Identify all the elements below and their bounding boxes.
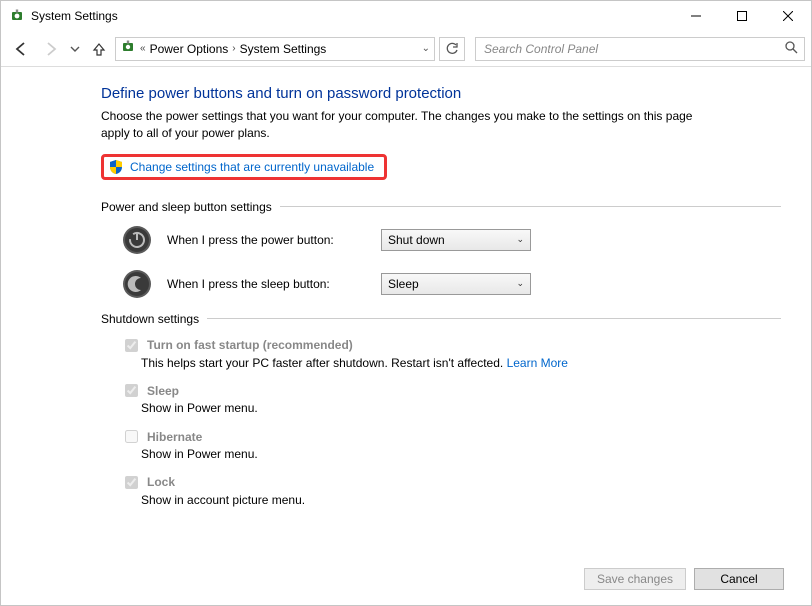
checkbox-label: Turn on fast startup (recommended) (147, 338, 353, 352)
chevron-left-icon: « (140, 43, 146, 54)
chevron-down-icon: ⌄ (516, 234, 524, 245)
checkbox-desc: This helps start your PC faster after sh… (141, 356, 507, 370)
checkbox-desc: Show in account picture menu. (141, 492, 781, 509)
sleep-button-label: When I press the sleep button: (167, 277, 367, 291)
learn-more-link[interactable]: Learn More (507, 356, 568, 370)
sleep-button-select[interactable]: Sleep ⌄ (381, 273, 531, 295)
section-shutdown: Shutdown settings (101, 312, 781, 326)
page-heading: Define power buttons and turn on passwor… (101, 85, 781, 102)
checkbox-desc: Show in Power menu. (141, 400, 781, 417)
power-button-select[interactable]: Shut down ⌄ (381, 229, 531, 251)
footer-buttons: Save changes Cancel (584, 568, 784, 590)
fast-startup-option: Turn on fast startup (recommended) This … (121, 336, 781, 372)
sleep-checkbox (125, 384, 138, 397)
back-button[interactable] (7, 35, 35, 63)
shield-icon (108, 159, 124, 175)
forward-button (37, 35, 65, 63)
save-button: Save changes (584, 568, 686, 590)
section-power-sleep: Power and sleep button settings (101, 200, 781, 214)
search-box[interactable] (475, 37, 805, 61)
cancel-button[interactable]: Cancel (694, 568, 784, 590)
lock-checkbox (125, 476, 138, 489)
select-value: Shut down (388, 233, 445, 247)
section-label: Shutdown settings (101, 312, 199, 326)
titlebar: System Settings (1, 1, 811, 31)
app-icon (9, 8, 25, 24)
hibernate-option: Hibernate Show in Power menu. (121, 427, 781, 463)
sleep-button-row: When I press the sleep button: Sleep ⌄ (121, 268, 781, 300)
power-button-row: When I press the power button: Shut down… (121, 224, 781, 256)
hibernate-checkbox (125, 430, 138, 443)
window-title: System Settings (31, 9, 118, 23)
refresh-button[interactable] (439, 37, 465, 61)
select-value: Sleep (388, 277, 419, 291)
address-bar[interactable]: « Power Options › System Settings ⌄ (115, 37, 435, 61)
divider (280, 206, 781, 207)
recent-dropdown[interactable] (67, 35, 83, 63)
change-settings-link[interactable]: Change settings that are currently unava… (130, 160, 374, 174)
breadcrumb-segment[interactable]: System Settings (240, 42, 327, 56)
chevron-right-icon: › (232, 43, 235, 54)
fast-startup-checkbox (125, 339, 138, 352)
chevron-down-icon: ⌄ (516, 278, 524, 289)
page-subtext: Choose the power settings that you want … (101, 108, 701, 142)
breadcrumb-segment[interactable]: Power Options (150, 42, 229, 56)
maximize-button[interactable] (719, 1, 765, 31)
navbar: « Power Options › System Settings ⌄ (1, 31, 811, 67)
checkbox-label: Lock (147, 475, 175, 489)
search-input[interactable] (482, 41, 784, 57)
up-button[interactable] (85, 35, 113, 63)
checkbox-desc: Show in Power menu. (141, 446, 781, 463)
sleep-icon (121, 268, 153, 300)
address-dropdown-icon[interactable]: ⌄ (422, 43, 430, 54)
lock-option: Lock Show in account picture menu. (121, 473, 781, 509)
section-label: Power and sleep button settings (101, 200, 272, 214)
checkbox-label: Hibernate (147, 430, 202, 444)
sleep-option: Sleep Show in Power menu. (121, 381, 781, 417)
minimize-button[interactable] (673, 1, 719, 31)
search-icon[interactable] (784, 40, 798, 57)
power-button-label: When I press the power button: (167, 233, 367, 247)
control-panel-icon (120, 39, 136, 58)
close-button[interactable] (765, 1, 811, 31)
checkbox-label: Sleep (147, 384, 179, 398)
power-icon (121, 224, 153, 256)
divider (207, 318, 781, 319)
change-settings-highlight: Change settings that are currently unava… (101, 154, 387, 180)
content-area: Define power buttons and turn on passwor… (1, 67, 811, 579)
